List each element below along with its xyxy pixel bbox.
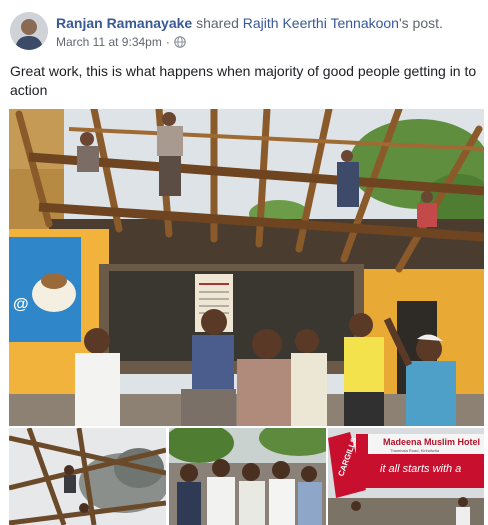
main-photo[interactable]: @: [9, 109, 484, 426]
shared-post: Ranjan Ramanayake shared Rajith Keerthi …: [0, 0, 488, 525]
post-header: Ranjan Ramanayake shared Rajith Keerthi …: [10, 12, 480, 52]
author-link[interactable]: Ranjan Ramanayake: [56, 15, 192, 31]
sign-title-text: Madeena Muslim Hotel: [383, 437, 480, 447]
photo-thumbnail-3[interactable]: CARGILLS Madeena Muslim Hotel Thambala R…: [328, 428, 484, 525]
post-link[interactable]: 's post.: [399, 15, 443, 31]
photo-thumbnail-1[interactable]: [9, 428, 166, 525]
post-meta: March 11 at 9:34pm ·: [56, 34, 476, 52]
header-text: Ranjan Ramanayake shared Rajith Keerthi …: [56, 14, 476, 52]
sign-subtitle-text: Thambala Road, Kirindiwita: [390, 448, 440, 453]
avatar[interactable]: [10, 12, 48, 50]
photo-thumbnail-2[interactable]: [169, 428, 326, 525]
original-author-link[interactable]: Rajith Keerthi Tennakoon: [243, 15, 399, 31]
timestamp-link[interactable]: March 11 at 9:34pm: [56, 35, 162, 49]
post-caption: Great work, this is what happens when ma…: [10, 63, 477, 98]
globe-icon[interactable]: [174, 36, 186, 52]
avatar-image: [10, 12, 48, 50]
sign-tagline-text: it all starts with a: [380, 463, 461, 475]
share-line: Ranjan Ramanayake shared Rajith Keerthi …: [56, 14, 476, 32]
share-verb: shared: [196, 15, 239, 31]
shop-sign-text: @: [13, 296, 29, 313]
meta-separator: ·: [165, 35, 170, 49]
